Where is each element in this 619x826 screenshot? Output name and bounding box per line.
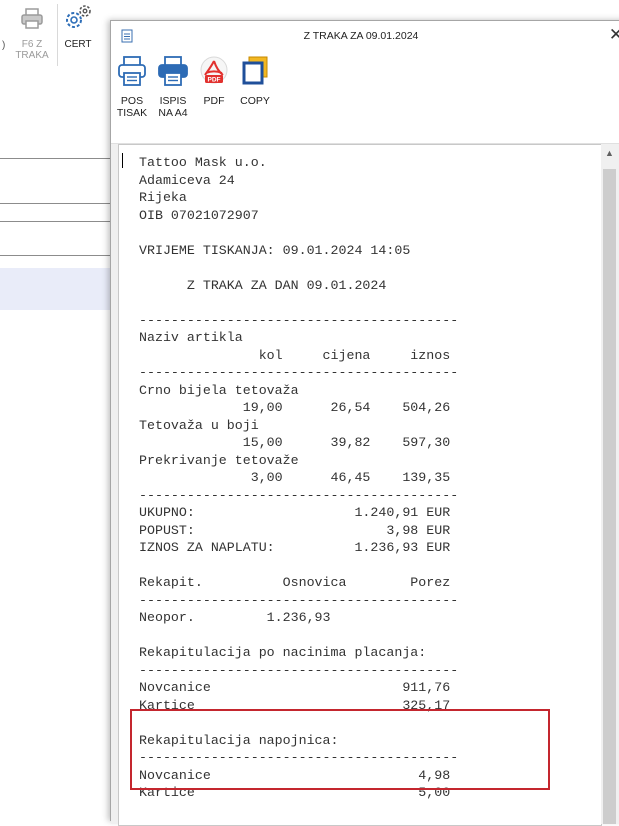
receipt-line: Z TRAKA ZA DAN 09.01.2024 <box>139 277 387 293</box>
receipt-line: UKUPNO: 1.240,91 EUR <box>139 505 451 520</box>
pdf-badge-text: PDF <box>208 77 221 84</box>
receipt-line <box>139 557 458 575</box>
background-toolbar: ) F6 Z TRAKA CERT <box>0 0 112 74</box>
background-divider <box>0 203 112 204</box>
receipt-line: IZNOS ZA NAPLATU: 1.236,93 EUR <box>139 540 451 555</box>
receipt-line: Tetovaža u boji <box>139 417 259 433</box>
close-icon: ✕ <box>608 25 619 44</box>
printer-icon <box>21 8 43 29</box>
pos-label-line2: TISAK <box>116 107 148 119</box>
pdf-button[interactable]: PDF PDF <box>199 53 229 123</box>
receipt-line: ---------------------------------------- <box>139 365 459 380</box>
receipt-line: ---------------------------------------- <box>139 312 459 328</box>
selected-row-band[interactable] <box>0 268 112 310</box>
pdf-label: PDF <box>203 95 225 107</box>
receipt-line <box>139 224 458 242</box>
receipt-line <box>139 627 458 645</box>
preview-ribbon: POS TISAK ISPIS NA A4 PDF PDF COPY <box>111 51 619 144</box>
a4-printer-icon <box>158 56 188 86</box>
tips-recap-highlight <box>130 709 550 790</box>
f6-z-traka-button[interactable]: F6 Z TRAKA <box>10 0 54 74</box>
ispis-na-a4-button[interactable]: ISPIS NA A4 <box>155 53 191 123</box>
receipt-line: 19,00 26,54 504,26 <box>139 400 451 415</box>
cert-button[interactable]: CERT <box>56 0 100 74</box>
receipt-line: Rekapitulacija po nacinima placanja: <box>139 645 427 660</box>
copy-label: COPY <box>240 95 270 107</box>
close-button[interactable]: ✕ <box>607 25 619 45</box>
receipt-line: Crno bijela tetovaža <box>139 382 299 398</box>
pdf-icon: PDF <box>200 56 228 84</box>
background-divider <box>0 158 112 159</box>
receipt-line: POPUST: 3,98 EUR <box>139 522 451 538</box>
ispis-label-line2: NA A4 <box>158 107 188 119</box>
f6-label-line2: TRAKA <box>15 50 49 61</box>
receipt-line: Naziv artikla <box>139 330 243 345</box>
receipt-line: Novcanice 911,76 <box>139 680 451 695</box>
copy-button[interactable]: COPY <box>237 53 273 123</box>
window-title: Z TRAKA ZA 09.01.2024 <box>303 30 419 42</box>
background-divider <box>0 221 112 222</box>
vertical-scrollbar[interactable]: ▲ <box>601 144 618 824</box>
ispis-label-line1: ISPIS <box>159 95 187 107</box>
receipt-line: Neopor. 1.236,93 <box>139 610 331 625</box>
gear-icon <box>66 5 91 28</box>
receipt-text: Tattoo Mask u.o. Adamiceva 24 Rijeka OIB 07… <box>139 154 458 802</box>
receipt-line: Rijeka <box>139 190 187 205</box>
receipt-line: 3,00 46,45 139,35 <box>139 470 451 485</box>
window-titlebar[interactable]: Z TRAKA ZA 09.01.2024 ✕ <box>111 21 619 51</box>
receipt-line: 15,00 39,82 597,30 <box>139 435 451 450</box>
f6-label-line1: F6 Z <box>21 39 43 50</box>
receipt-preview-window: Z TRAKA ZA 09.01.2024 ✕ POS TISAK ISPIS … <box>110 20 619 826</box>
receipt-line: ---------------------------------------- <box>139 662 459 678</box>
text-caret <box>122 153 123 168</box>
receipt-line: VRIJEME TISKANJA: 09.01.2024 14:05 <box>139 242 411 258</box>
scroll-thumb[interactable] <box>603 169 616 824</box>
receipt-line: Tattoo Mask u.o. <box>139 155 267 170</box>
receipt-line: Adamiceva 24 <box>139 172 235 188</box>
receipt-line: Prekrivanje tetovaže <box>139 452 299 468</box>
receipt-line: ---------------------------------------- <box>139 592 459 608</box>
receipt-line: kol cijena iznos <box>139 347 451 363</box>
receipt-line <box>139 259 458 277</box>
receipt-line <box>139 294 458 312</box>
pos-tisak-button[interactable]: POS TISAK <box>115 53 149 123</box>
cert-label: CERT <box>64 39 92 50</box>
truncated-button-label: ) <box>2 40 6 51</box>
copy-icon <box>242 56 268 85</box>
receipt-line: OIB 07021072907 <box>139 207 259 223</box>
receipt-line: Rekapit. Osnovica Porez <box>139 575 451 590</box>
receipt-line: ---------------------------------------- <box>139 487 459 503</box>
pos-printer-icon <box>118 56 146 86</box>
scroll-up-arrow-icon[interactable]: ▲ <box>601 146 618 160</box>
background-divider <box>0 255 112 256</box>
pos-label-line1: POS <box>120 95 144 107</box>
